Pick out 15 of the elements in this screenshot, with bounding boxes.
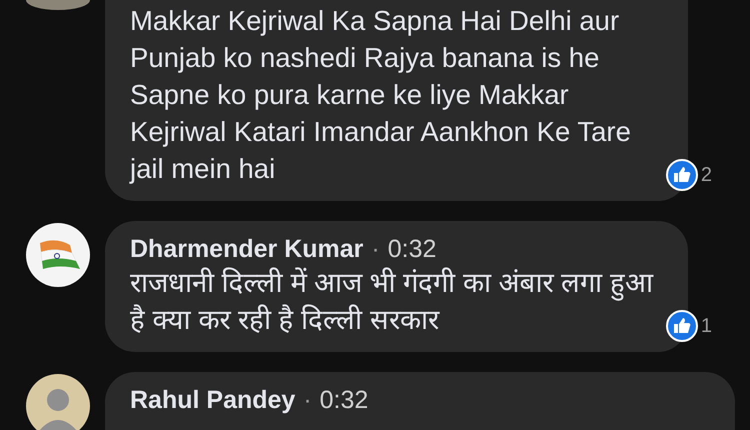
avatar-image[interactable] bbox=[26, 0, 90, 10]
comment-author[interactable]: Dharmender Kumar bbox=[130, 235, 364, 264]
comment-text: राजधानी दिल्ली में आज भी गंदगी का अंबार लगा हुआ है क्या कर रही है दिल्ली सरकार bbox=[130, 266, 654, 337]
comment-time[interactable]: 0:32 bbox=[320, 386, 368, 415]
comment-author[interactable]: Rahul Pandey bbox=[130, 386, 296, 415]
flag-avatar[interactable] bbox=[26, 223, 90, 287]
comment-time[interactable]: 0:32 bbox=[388, 235, 436, 264]
comment-text: Makkar Kejriwal Ka Sapna Hai Delhi aur Punjab ko nashedi Rajya banana is he Sapne ko pura karne ke liye Makkar Kejriwal Katari Imandar Aankhon Ke Tare jail mein hai bbox=[130, 4, 632, 186]
reaction-count[interactable]: 1 bbox=[700, 314, 712, 338]
separator-dot: · bbox=[371, 235, 380, 264]
like-icon[interactable] bbox=[666, 159, 698, 191]
like-icon[interactable] bbox=[666, 310, 698, 342]
reaction-count[interactable]: 2 bbox=[700, 164, 712, 186]
separator-dot: · bbox=[303, 386, 312, 415]
person-avatar[interactable] bbox=[26, 374, 90, 430]
